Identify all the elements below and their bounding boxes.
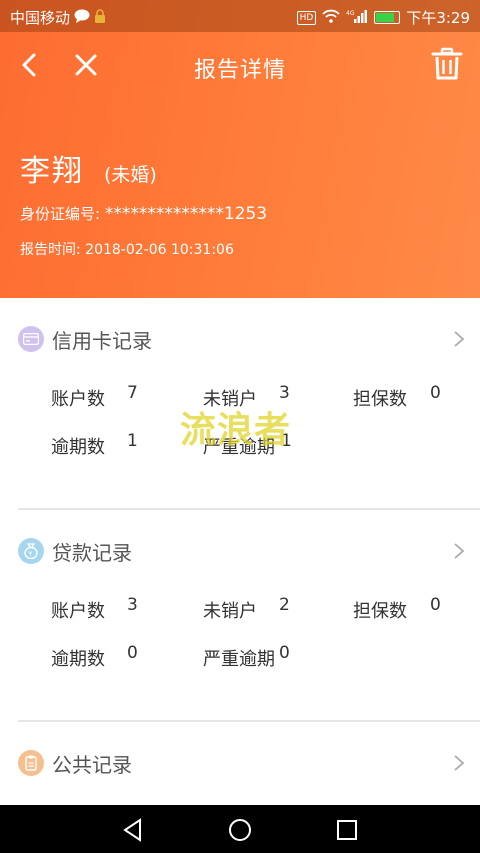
square-recents-icon	[337, 820, 357, 840]
triangle-back-icon	[123, 818, 141, 842]
battery-icon	[374, 11, 401, 24]
cc-unclosed-value: 3	[279, 383, 290, 403]
credit-card-header[interactable]: 信用卡记录	[18, 319, 466, 359]
message-icon	[74, 9, 90, 27]
lock-icon	[94, 8, 106, 27]
wifi-icon	[322, 9, 340, 27]
svg-text:4G: 4G	[346, 10, 355, 17]
id-value: **************1253	[104, 204, 268, 224]
marital-status: (未婚)	[104, 164, 157, 186]
report-time-label: 报告时间:	[20, 242, 86, 258]
watermark-text: 流浪者	[180, 410, 292, 451]
status-bar: 中国移动 HD 4G 下午3:29	[0, 0, 480, 32]
public-records-header[interactable]: 公共记录	[18, 743, 466, 783]
cc-overdue-value: 1	[127, 431, 138, 451]
trash-icon	[431, 47, 463, 80]
cc-guarantee-label: 担保数	[353, 389, 407, 410]
credit-card-title: 信用卡记录	[52, 328, 152, 353]
cc-accounts-value: 7	[127, 383, 138, 403]
system-home-button[interactable]	[227, 817, 253, 843]
loan-header[interactable]: ¥ 贷款记录	[18, 531, 466, 571]
loan-serious-overdue-value: 0	[279, 643, 290, 663]
report-time-row: 报告时间: 2018-02-06 10:31:06	[20, 239, 234, 259]
navigation-bar: 报告详情	[0, 32, 480, 100]
system-recents-button[interactable]	[334, 817, 360, 843]
chevron-right-icon	[454, 331, 465, 347]
loan-section: ¥ 贷款记录 账户数 3 未销户 2 担保数 0 逾期数 0 严重逾期 0	[0, 531, 480, 722]
delete-button[interactable]	[430, 46, 464, 82]
cc-overdue-label: 逾期数	[51, 437, 105, 458]
hd-badge: HD	[296, 10, 317, 25]
cc-guarantee-value: 0	[430, 383, 441, 403]
loan-overdue-value: 0	[127, 643, 138, 663]
loan-overdue-label: 逾期数	[51, 649, 105, 670]
circle-home-icon	[229, 819, 251, 841]
applicant-name: 李翔	[20, 154, 84, 189]
system-back-button[interactable]	[120, 817, 146, 843]
applicant-name-row: 李翔 (未婚)	[20, 146, 157, 190]
money-bag-icon: ¥	[18, 538, 44, 564]
loan-accounts-label: 账户数	[51, 601, 105, 622]
report-time-value: 2018-02-06 10:31:06	[85, 242, 234, 258]
section-divider	[18, 720, 480, 722]
chevron-right-icon	[454, 543, 465, 559]
page-title: 报告详情	[193, 58, 286, 83]
carrier-label: 中国移动	[10, 9, 71, 27]
chevron-right-icon	[454, 755, 465, 771]
loan-accounts-value: 3	[127, 595, 138, 615]
id-number-row: 身份证编号: **************1253	[20, 203, 267, 224]
report-header: 中国移动 HD 4G 下午3:29 报告详情 李翔 (未婚) 身份证编号: **…	[0, 0, 480, 298]
public-records-title: 公共记录	[52, 752, 132, 777]
document-icon	[18, 750, 44, 776]
public-records-section: 公共记录	[0, 743, 480, 793]
svg-text:¥: ¥	[29, 551, 33, 558]
loan-serious-overdue-label: 严重逾期	[203, 649, 275, 670]
loan-guarantee-value: 0	[430, 595, 441, 615]
system-navigation-bar	[0, 805, 480, 853]
loan-unclosed-label: 未销户	[203, 601, 257, 622]
id-label: 身份证编号:	[20, 205, 105, 223]
cc-accounts-label: 账户数	[51, 389, 105, 410]
credit-card-icon	[18, 326, 44, 352]
loan-guarantee-label: 担保数	[353, 601, 407, 622]
section-divider	[18, 508, 480, 510]
signal-icon: 4G	[346, 9, 368, 27]
loan-unclosed-value: 2	[279, 595, 290, 615]
loan-title: 贷款记录	[52, 540, 132, 565]
status-time: 下午3:29	[406, 9, 470, 27]
